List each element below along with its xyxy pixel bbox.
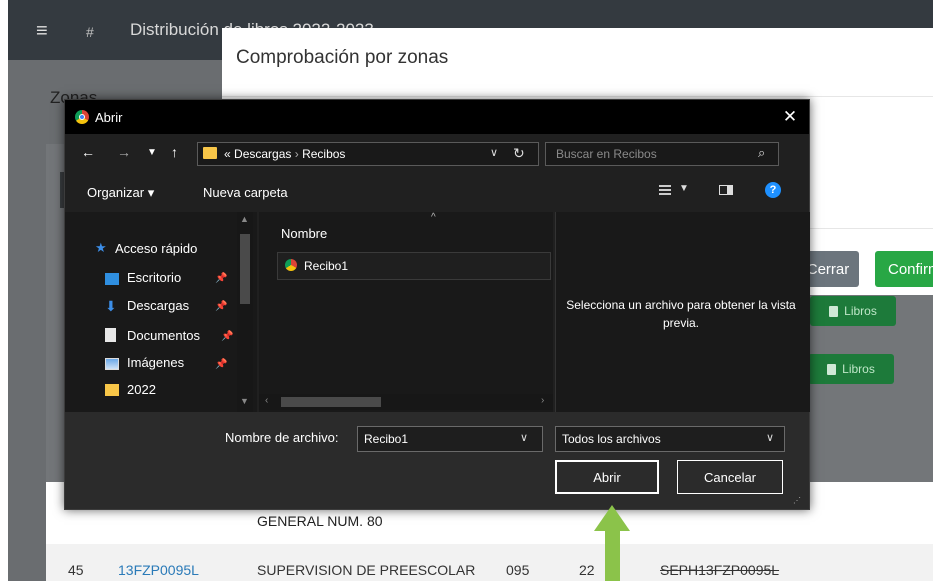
dialog-title: Abrir [95, 110, 123, 125]
cancel-button[interactable]: Cancelar [677, 460, 783, 494]
scroll-thumb[interactable] [240, 234, 250, 304]
column-header-name[interactable]: Nombre [281, 226, 327, 241]
book-icon [827, 363, 837, 375]
nav-item-documentos[interactable]: Documentos [127, 328, 200, 343]
annotation-arrow-head [594, 505, 630, 531]
dialog-footer: Nombre de archivo: Recibo1 ∨ Todos los a… [65, 412, 809, 509]
document-icon [105, 328, 116, 342]
table-cell-num: 45 [68, 562, 84, 578]
search-input[interactable]: Buscar en Recibos ⌕ [545, 142, 779, 166]
breadcrumb-downloads[interactable]: Descargas [234, 147, 291, 161]
pin-icon[interactable]: 📌 [221, 331, 233, 342]
new-folder-button[interactable]: Nueva carpeta [203, 185, 288, 200]
search-icon: ⌕ [758, 145, 766, 160]
dialog-titlebar: Abrir ✕ [65, 100, 809, 134]
chevron-down-icon[interactable]: ▼ [679, 183, 689, 194]
folder-icon [105, 384, 119, 396]
libros-button[interactable]: Libros [810, 296, 896, 326]
images-icon [105, 358, 119, 370]
breadcrumb-receipts[interactable]: Recibos [302, 147, 345, 161]
download-icon: ⬇ [105, 298, 117, 314]
preview-message: Selecciona un archivo para obtener la vi… [566, 298, 796, 330]
help-icon[interactable]: ? [765, 182, 781, 198]
chrome-icon [75, 110, 89, 124]
filename-input[interactable]: Recibo1 ∨ [357, 426, 543, 452]
filetype-select[interactable]: Todos los archivos ∨ [555, 426, 785, 452]
refresh-icon[interactable]: ↻ [513, 145, 525, 162]
address-bar[interactable]: « Descargas › Recibos ∨ ↻ [197, 142, 539, 166]
filename-label: Nombre de archivo: [225, 430, 339, 445]
view-options-icon[interactable] [659, 185, 671, 195]
hamburger-icon[interactable]: ≡ [36, 21, 48, 41]
scroll-left-icon[interactable]: ‹ [265, 395, 268, 406]
book-icon [829, 305, 839, 317]
table-cell-zone: 095 [506, 562, 530, 578]
open-file-dialog: Abrir ✕ ← → ▼ ↑ « Descargas › Recibos ∨ … [64, 99, 810, 510]
scroll-thumb[interactable] [281, 397, 381, 407]
back-arrow-icon[interactable]: ← [81, 144, 95, 160]
chevron-down-icon[interactable]: ∨ [520, 431, 528, 444]
scroll-down-icon[interactable]: ▼ [240, 396, 249, 406]
up-arrow-icon[interactable]: ↑ [171, 144, 178, 160]
table-cell-clave: SEPH13FZP0095L [660, 562, 780, 578]
window-edge [0, 0, 8, 581]
nav-item-quick-access[interactable]: Acceso rápido [115, 241, 197, 256]
table-cell-code-link[interactable]: 13FZP0095L [118, 562, 199, 578]
recent-chevron-icon[interactable]: ▼ [147, 147, 157, 158]
open-button[interactable]: Abrir [555, 460, 659, 494]
modal-title: Comprobación por zonas [236, 47, 449, 68]
preview-pane: Selecciona un archivo para obtener la vi… [555, 212, 810, 412]
search-placeholder: Buscar en Recibos [556, 147, 657, 161]
star-icon: ★ [95, 240, 107, 255]
chrome-icon [285, 259, 297, 271]
nav-item-descargas[interactable]: Descargas [127, 298, 189, 313]
preview-pane-icon[interactable] [719, 185, 733, 195]
pin-icon[interactable]: 📌 [215, 359, 227, 370]
pin-icon[interactable]: 📌 [215, 301, 227, 312]
scroll-right-icon[interactable]: › [541, 395, 544, 406]
libros-button[interactable]: Libros [808, 354, 894, 384]
modal-divider [222, 96, 933, 97]
forward-arrow-icon[interactable]: → [117, 144, 131, 160]
grid-icon[interactable]: # [86, 24, 94, 40]
organize-menu[interactable]: Organizar ▾ [87, 185, 154, 201]
resize-grip-icon[interactable]: ⋰ [793, 496, 801, 505]
sort-ascending-icon: ^ [431, 212, 436, 223]
table-cell-name: GENERAL NUM. 80 [257, 513, 383, 529]
confirm-button[interactable]: Confirmar [875, 251, 933, 287]
folder-icon [203, 147, 217, 159]
horizontal-scrollbar[interactable]: ‹ › [259, 394, 553, 410]
nav-item-escritorio[interactable]: Escritorio [127, 270, 181, 285]
navigation-pane: ★ Acceso rápido Escritorio 📌 ⬇ Descargas… [65, 212, 257, 412]
list-item[interactable]: Recibo1 [277, 252, 551, 280]
file-name: Recibo1 [304, 259, 349, 273]
nav-item-imagenes[interactable]: Imágenes [127, 355, 184, 370]
table-cell-count: 22 [579, 562, 595, 578]
filename-value: Recibo1 [364, 432, 409, 446]
desktop-icon [105, 273, 119, 285]
nav-item-2022[interactable]: 2022 [127, 382, 156, 397]
file-list: ^ Nombre Recibo1 ‹ › [259, 212, 553, 412]
filetype-value: Todos los archivos [562, 432, 661, 446]
pin-icon[interactable]: 📌 [215, 273, 227, 284]
address-path: « Descargas › Recibos [224, 147, 346, 161]
scroll-up-icon[interactable]: ▲ [240, 214, 249, 224]
annotation-arrow-shaft [605, 530, 620, 581]
chevron-down-icon[interactable]: ∨ [490, 146, 498, 159]
dialog-toolbar: Organizar ▾ Nueva carpeta ▼ ? [65, 170, 809, 212]
vertical-scrollbar[interactable]: ▲ ▼ [237, 212, 253, 412]
table-cell-name: SUPERVISION DE PREESCOLAR [257, 562, 476, 578]
close-icon[interactable]: ✕ [777, 104, 803, 130]
chevron-down-icon[interactable]: ∨ [766, 431, 774, 444]
navigation-bar: ← → ▼ ↑ « Descargas › Recibos ∨ ↻ Buscar… [65, 134, 809, 170]
